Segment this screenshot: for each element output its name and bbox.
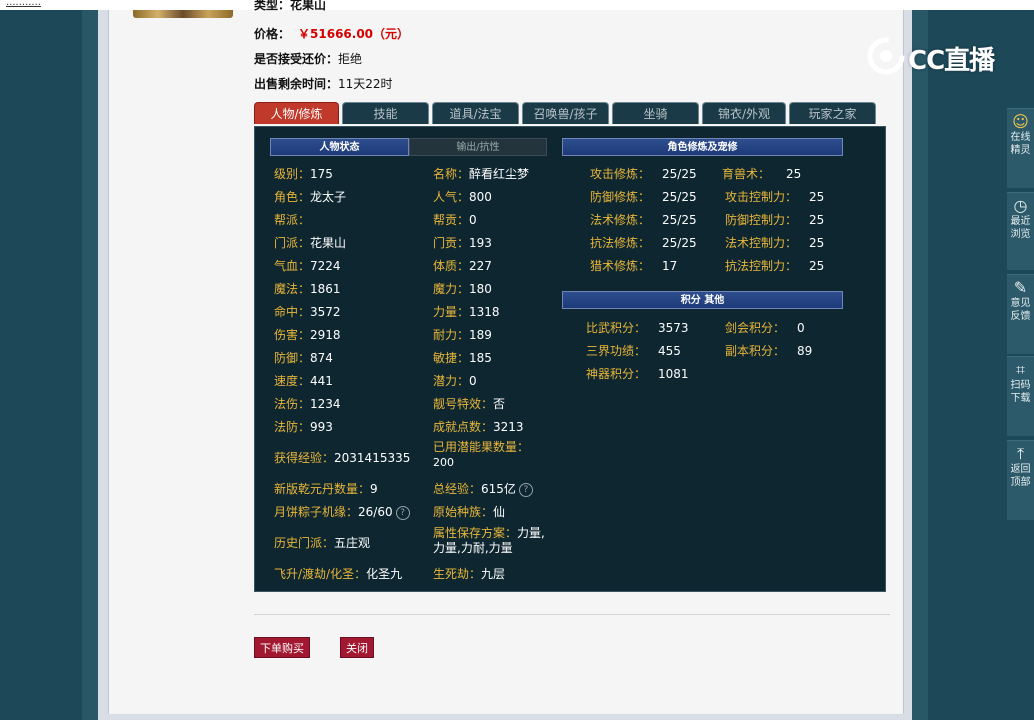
pet-cult-attack: 攻击控制力： 25	[725, 190, 825, 204]
sidebar-item-online-sprite[interactable]: ☺ 在线精灵	[1007, 108, 1034, 188]
stat-mp: 魔法：1861	[274, 282, 341, 296]
stat-guild: 帮派：	[274, 213, 311, 227]
stat-potential-fruit: 已用潜能果数量： 200	[433, 440, 530, 469]
top-arrow-icon: ⤒	[1016, 444, 1025, 463]
stat-life-death: 生死劫：九层	[433, 567, 506, 581]
edit-icon: ✎	[1013, 278, 1028, 297]
stat-race: 原始种族：仙	[433, 505, 506, 519]
price-line: 价格： ￥51666.00（元）	[254, 25, 409, 42]
stat-defense: 防御：874	[274, 351, 333, 365]
stat-constitution: 体质：227	[433, 259, 492, 273]
resist-header[interactable]: 输出/抗性	[409, 138, 547, 156]
clock-icon: ◷	[1013, 196, 1028, 215]
stat-agility: 敏捷：185	[433, 351, 492, 365]
cultivation-header: 角色修炼及宠修	[562, 138, 843, 156]
bargain-line: 是否接受还价：拒绝	[254, 50, 362, 67]
points-sword: 剑会积分： 0	[725, 321, 805, 335]
sprite-icon: ☺	[1012, 112, 1029, 131]
stat-attribute-plan: 属性保存方案：力量,力量,力耐,力量	[433, 526, 545, 555]
logo-text: CC直播	[908, 46, 995, 76]
pet-cult-breeding: 育兽术： 25	[722, 167, 802, 181]
buy-button[interactable]: 下单购买	[254, 637, 310, 658]
stat-achievement: 成就点数：3213	[433, 420, 524, 434]
cult-resist: 抗法修炼： 25/25	[590, 236, 697, 250]
stat-magic: 魔力：180	[433, 282, 492, 296]
stat-magic-damage: 法伤：1234	[274, 397, 341, 411]
stat-potential: 潜力：0	[433, 374, 477, 388]
stat-exp: 获得经验：2031415335	[274, 451, 411, 465]
sidebar-item-recent[interactable]: ◷ 最近浏览	[1007, 192, 1034, 270]
stat-ascension: 飞升/渡劫/化圣：化圣九	[274, 567, 403, 581]
cult-attack: 攻击修炼： 25/25	[590, 167, 697, 181]
stat-level: 级别：175	[274, 167, 333, 181]
stat-school: 门派：花果山	[274, 236, 347, 250]
sidebar-item-back-top[interactable]: ⤒ 返回顶部	[1007, 440, 1034, 520]
remain-value: 11天22时	[338, 77, 393, 91]
stat-magic-defense: 法防：993	[274, 420, 333, 434]
points-artifact: 神器积分： 1081	[586, 367, 689, 381]
points-dungeon: 副本积分： 89	[725, 344, 813, 358]
tab-character[interactable]: 人物/修炼	[254, 102, 339, 124]
tab-pets[interactable]: 召唤兽/孩子	[522, 102, 609, 124]
points-merit: 三界功绩： 455	[586, 344, 681, 358]
sidebar-item-feedback[interactable]: ✎ 意见反馈	[1007, 274, 1034, 354]
stat-damage: 伤害：2918	[274, 328, 341, 342]
remain-line: 出售剩余时间：11天22时	[254, 75, 393, 92]
stat-speed: 速度：441	[274, 374, 333, 388]
sidebar-item-download[interactable]: ⌗ 扫码下载	[1007, 356, 1034, 436]
stat-hit: 命中：3572	[274, 305, 341, 319]
divider	[254, 614, 890, 615]
stat-vanity-effect: 靓号特效：否	[433, 397, 506, 411]
stat-total-exp: 总经验：615亿?	[433, 480, 533, 497]
cc-live-logo: CC直播	[866, 36, 1006, 76]
tab-skills[interactable]: 技能	[342, 102, 429, 124]
type-line: 类型：花果山	[254, 0, 326, 12]
stat-hp: 气血：7224	[274, 259, 341, 273]
help-icon[interactable]: ?	[518, 482, 533, 497]
cult-magic: 法术修炼： 25/25	[590, 213, 697, 227]
top-strip: ...........	[0, 0, 1034, 10]
tab-items[interactable]: 道具/法宝	[432, 102, 519, 124]
cult-hunting: 猎术修炼： 17	[590, 259, 678, 273]
cc-logo-icon	[867, 37, 905, 75]
pet-cult-defense: 防御控制力： 25	[725, 213, 825, 227]
help-icon[interactable]: ?	[395, 505, 410, 520]
stat-name: 名称：醉看红尘梦	[433, 167, 530, 181]
tab-outfits[interactable]: 锦衣/外观	[702, 102, 786, 124]
character-panel: 人物状态 输出/抗性 角色修炼及宠修 积分 其他 级别：175 角色：龙太子 帮…	[254, 126, 886, 592]
stat-school-contrib: 门贡：193	[433, 236, 492, 250]
tab-home[interactable]: 玩家之家	[789, 102, 876, 124]
bargain-value: 拒绝	[338, 52, 363, 66]
stat-qianyuan: 新版乾元丹数量：9	[274, 482, 378, 496]
type-text: 类型：花果山	[254, 0, 327, 12]
remain-label: 出售剩余时间：	[254, 77, 339, 91]
stat-endurance: 耐力：189	[433, 328, 492, 342]
pet-cult-magic: 法术控制力： 25	[725, 236, 825, 250]
cult-defense: 防御修炼： 25/25	[590, 190, 697, 204]
status-header[interactable]: 人物状态	[270, 138, 409, 156]
close-button[interactable]: 关闭	[340, 637, 374, 658]
bargain-label: 是否接受还价：	[254, 52, 339, 66]
price-value: ￥51666.00（元）	[298, 27, 410, 41]
stat-strength: 力量：1318	[433, 305, 500, 319]
pet-cult-resist: 抗法控制力： 25	[725, 259, 825, 273]
scan-icon: ⌗	[1015, 360, 1025, 379]
stat-role: 角色：龙太子	[274, 190, 347, 204]
stat-history-school: 历史门派：五庄观	[274, 536, 371, 550]
price-label: 价格：	[254, 27, 291, 41]
points-pvp: 比武积分： 3573	[586, 321, 689, 335]
stat-popularity: 人气：800	[433, 190, 492, 204]
tab-mounts[interactable]: 坐骑	[612, 102, 699, 124]
top-link[interactable]: ...........	[6, 0, 41, 8]
stat-mooncake: 月饼粽子机缘：26/60?	[274, 503, 410, 520]
points-header: 积分 其他	[562, 291, 843, 309]
stat-guild-contrib: 帮贡：0	[433, 213, 477, 227]
character-thumbnail	[133, 10, 233, 18]
